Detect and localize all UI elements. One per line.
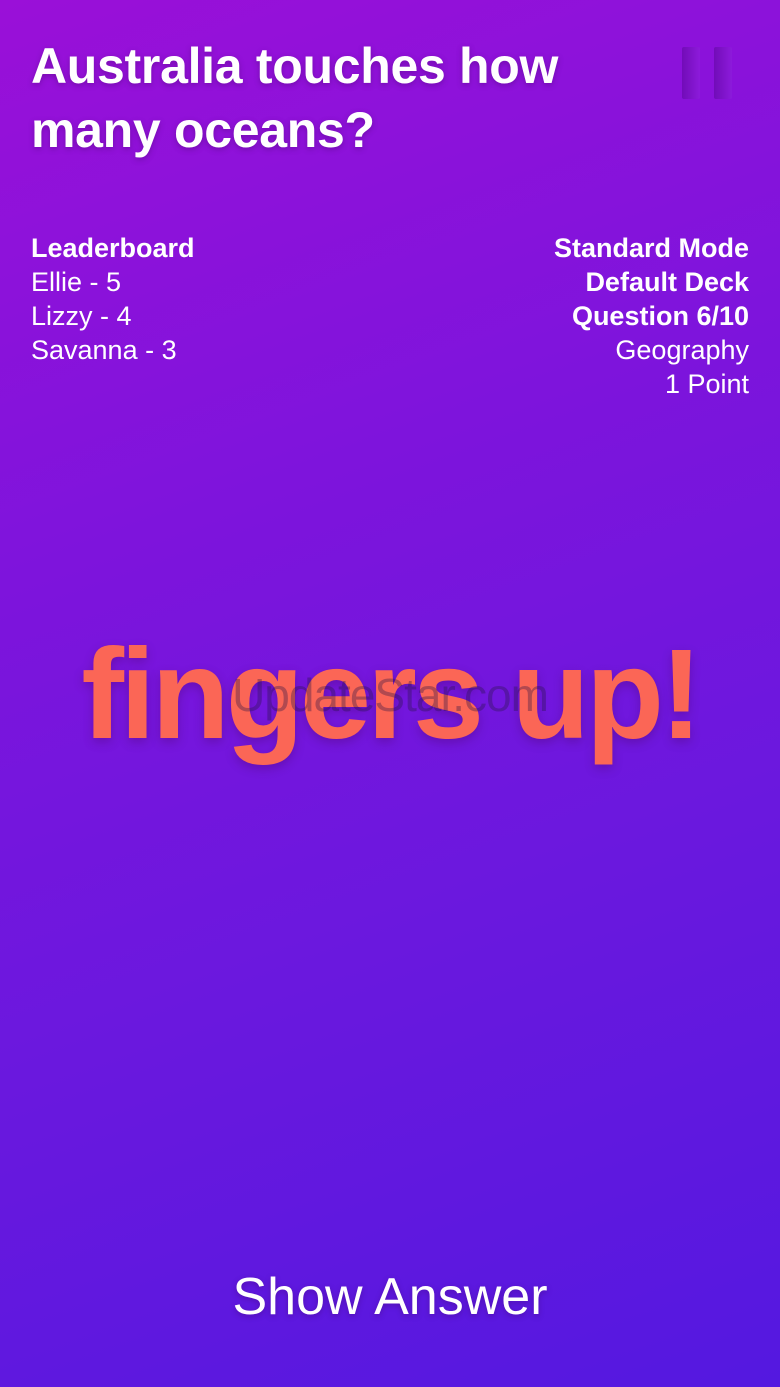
game-mode: Standard Mode: [553, 233, 749, 263]
watermark-text: UpdateStar.com: [232, 669, 549, 721]
question-category: Geography: [615, 335, 749, 365]
leaderboard-title: Leaderboard: [31, 233, 195, 263]
game-info: Standard Mode Default Deck Question 6/10…: [554, 231, 749, 401]
pause-button[interactable]: [680, 47, 734, 99]
pause-icon: [682, 47, 700, 99]
question-progress: Question 6/10: [571, 301, 749, 331]
deck-name: Default Deck: [585, 267, 749, 297]
leaderboard: Leaderboard Ellie - 5 Lizzy - 4 Savanna …: [31, 231, 195, 367]
pause-icon: [714, 47, 732, 99]
leaderboard-entry: Ellie - 5: [31, 267, 122, 297]
leaderboard-entry: Lizzy - 4: [31, 301, 132, 331]
leaderboard-entry: Savanna - 3: [31, 335, 177, 365]
show-answer-button[interactable]: Show Answer: [190, 1262, 590, 1332]
question-text: Australia touches how many oceans?: [31, 38, 559, 158]
question-points: 1 Point: [664, 369, 749, 399]
